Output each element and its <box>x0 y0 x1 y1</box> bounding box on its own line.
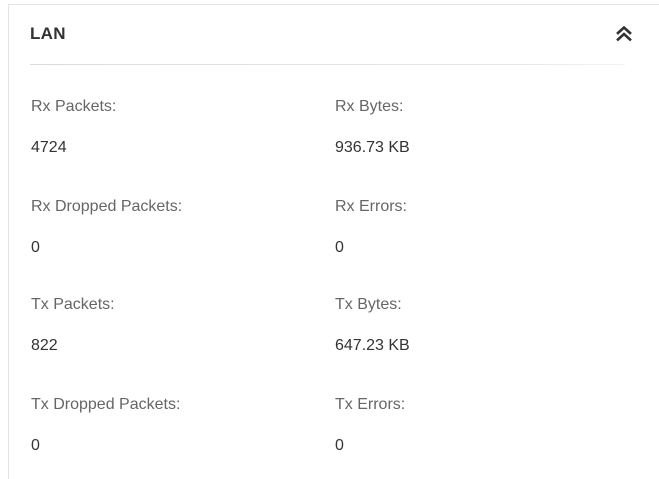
stat-tx-packets: Tx Packets: 822 <box>31 295 115 356</box>
stat-label: Tx Packets: <box>31 296 115 313</box>
double-chevron-up-icon <box>616 25 632 42</box>
stat-label: Rx Bytes: <box>335 98 404 115</box>
stat-value: 4724 <box>31 139 67 156</box>
header-divider <box>30 64 625 65</box>
stat-rx-bytes: Rx Bytes: 936.73 KB <box>335 97 410 158</box>
stat-rx-packets: Rx Packets: 4724 <box>31 97 116 158</box>
stat-value: 822 <box>31 337 58 354</box>
stat-rx-dropped-packets: Rx Dropped Packets: 0 <box>31 197 182 258</box>
stat-tx-dropped-packets: Tx Dropped Packets: 0 <box>31 395 180 456</box>
lan-status-panel: LAN Rx Packets: 4724 Rx Bytes: 936.73 KB… <box>8 4 659 479</box>
stat-value: 0 <box>31 437 40 454</box>
panel-title: LAN <box>30 24 66 43</box>
panel-header: LAN <box>9 5 659 63</box>
stat-value: 0 <box>335 239 344 256</box>
stat-tx-errors: Tx Errors: 0 <box>335 395 405 456</box>
collapse-button[interactable] <box>613 22 635 44</box>
stat-label: Tx Dropped Packets: <box>31 396 181 413</box>
stat-label: Rx Packets: <box>31 98 117 115</box>
stat-label: Rx Errors: <box>335 198 407 215</box>
stat-rx-errors: Rx Errors: 0 <box>335 197 407 258</box>
stat-value: 0 <box>335 437 344 454</box>
stat-value: 647.23 KB <box>335 337 410 354</box>
stat-value: 936.73 KB <box>335 139 410 156</box>
stat-value: 0 <box>31 239 40 256</box>
stat-label: Tx Errors: <box>335 396 406 413</box>
stat-label: Tx Bytes: <box>335 296 402 313</box>
stat-tx-bytes: Tx Bytes: 647.23 KB <box>335 295 410 356</box>
stat-label: Rx Dropped Packets: <box>31 198 183 215</box>
